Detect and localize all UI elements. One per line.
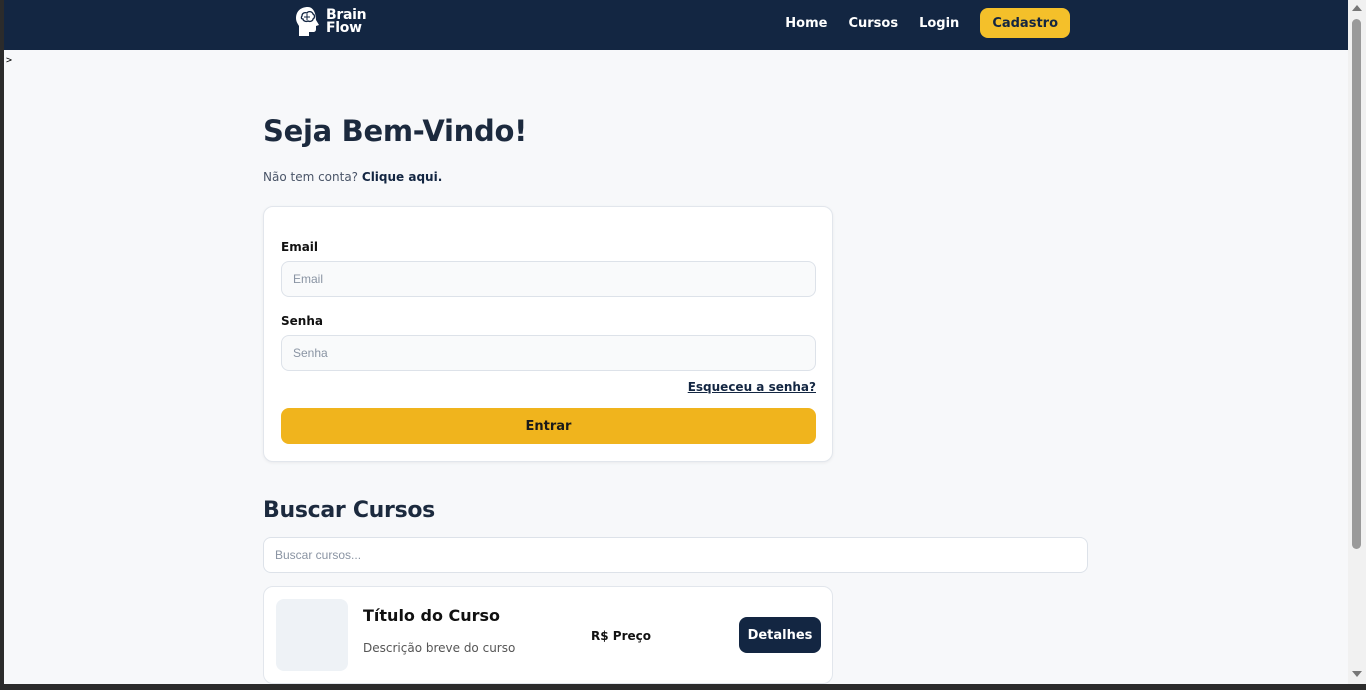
stray-text: >: [6, 55, 13, 66]
course-title: Título do Curso: [363, 606, 501, 625]
nav-links: Home Cursos Login Cadastro: [785, 8, 1070, 38]
browser-viewport: Brain Flow Home Cursos Login Cadastro > …: [4, 0, 1348, 684]
brain-head-icon: [296, 7, 319, 36]
login-form: Email Senha Esqueceu a senha? Entrar: [263, 206, 833, 462]
search-title: Buscar Cursos: [263, 498, 435, 523]
nav-link-login[interactable]: Login: [919, 16, 959, 31]
page-title: Seja Bem-Vindo!: [263, 114, 528, 148]
signup-prompt-text: Não tem conta?: [263, 170, 359, 184]
nav-link-home[interactable]: Home: [785, 16, 827, 31]
signup-prompt: Não tem conta? Clique aqui.: [263, 170, 442, 184]
email-field[interactable]: [281, 261, 816, 297]
forgot-password-link[interactable]: Esqueceu a senha?: [688, 380, 816, 394]
scroll-up-arrow-icon[interactable]: [1352, 5, 1362, 11]
logo-line-2: Flow: [326, 20, 362, 36]
logo[interactable]: Brain Flow: [294, 4, 367, 40]
course-price: R$ Preço: [591, 629, 651, 643]
course-card: Título do Curso Descrição breve do curso…: [263, 586, 833, 684]
search-input[interactable]: [263, 537, 1088, 573]
signup-button[interactable]: Cadastro: [980, 8, 1070, 38]
password-label: Senha: [281, 314, 323, 328]
password-field[interactable]: [281, 335, 816, 371]
course-description: Descrição breve do curso: [363, 641, 516, 655]
navbar: Brain Flow Home Cursos Login Cadastro: [4, 0, 1348, 50]
details-button[interactable]: Detalhes: [739, 617, 821, 653]
email-label: Email: [281, 240, 319, 254]
scrollbar[interactable]: [1348, 0, 1366, 684]
signup-link[interactable]: Clique aqui.: [362, 170, 442, 184]
course-thumbnail: [276, 599, 348, 671]
scroll-down-arrow-icon[interactable]: [1352, 671, 1362, 677]
login-button[interactable]: Entrar: [281, 408, 816, 444]
logo-text: Brain Flow: [326, 8, 367, 36]
nav-link-cursos[interactable]: Cursos: [848, 16, 898, 31]
scrollbar-thumb[interactable]: [1352, 19, 1361, 549]
